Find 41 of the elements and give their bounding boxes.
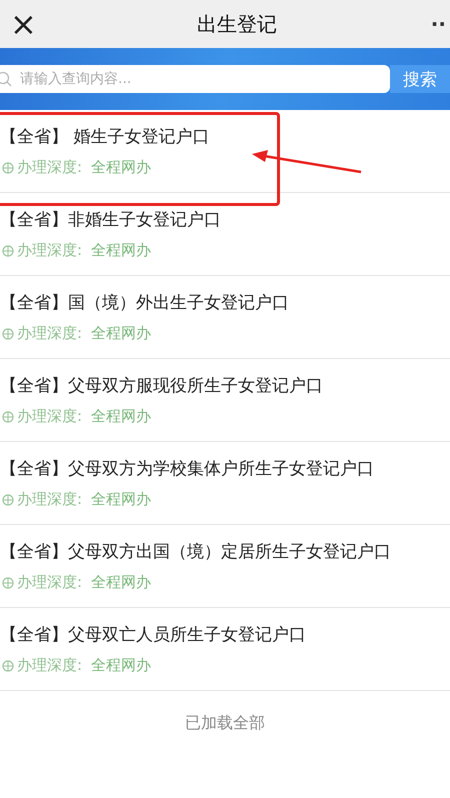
depth-value: 全程网办 bbox=[91, 158, 152, 177]
service-item[interactable]: 【全省】父母双方服现役所生子女登记户口 办理深度: 全程网办 bbox=[0, 359, 450, 442]
globe-icon bbox=[2, 328, 14, 340]
search-icon bbox=[0, 71, 12, 87]
service-title: 【全省】非婚生子女登记户口 bbox=[0, 209, 222, 231]
service-title: 【全省】国（境）外出生子女登记户口 bbox=[0, 292, 290, 314]
service-item[interactable]: 【全省】父母双方为学校集体户所生子女登记户口 办理深度: 全程网办 bbox=[0, 442, 450, 525]
globe-icon bbox=[2, 660, 14, 672]
depth-label: 办理深度: bbox=[17, 490, 82, 509]
globe-icon bbox=[2, 244, 14, 256]
depth-label: 办理深度: bbox=[17, 573, 82, 592]
depth-label: 办理深度: bbox=[17, 324, 82, 343]
service-title: 【全省】父母双方出国（境）定居所生子女登记户口 bbox=[0, 541, 392, 563]
depth-value: 全程网办 bbox=[91, 407, 152, 426]
service-title: 【全省】父母双方为学校集体户所生子女登记户口 bbox=[0, 458, 375, 480]
depth-label: 办理深度: bbox=[17, 241, 82, 260]
close-button[interactable]: × bbox=[0, 8, 47, 40]
search-box[interactable]: 请输入查询内容... bbox=[0, 65, 390, 93]
depth-value: 全程网办 bbox=[91, 573, 152, 592]
depth-label: 办理深度: bbox=[17, 656, 82, 675]
depth-value: 全程网办 bbox=[91, 490, 152, 509]
globe-icon bbox=[2, 410, 14, 422]
depth-label: 办理深度: bbox=[17, 407, 82, 426]
service-item[interactable]: 【全省】父母双亡人员所生子女登记户口 办理深度: 全程网办 bbox=[0, 608, 450, 691]
service-title: 【全省】父母双亡人员所生子女登记户口 bbox=[0, 624, 307, 646]
globe-icon bbox=[2, 576, 14, 588]
depth-label: 办理深度: bbox=[17, 158, 82, 177]
service-title: 【全省】 婚生子女登记户口 bbox=[0, 126, 210, 148]
page-title: 出生登记 bbox=[196, 10, 277, 38]
globe-icon bbox=[2, 494, 14, 506]
depth-value: 全程网办 bbox=[91, 324, 152, 343]
service-item[interactable]: 【全省】非婚生子女登记户口 办理深度: 全程网办 bbox=[0, 193, 450, 276]
globe-icon bbox=[2, 162, 14, 174]
search-field[interactable]: 请输入查询内容... bbox=[18, 70, 390, 88]
depth-value: 全程网办 bbox=[91, 241, 152, 260]
service-item[interactable]: 【全省】国（境）外出生子女登记户口 办理深度: 全程网办 bbox=[0, 276, 450, 359]
depth-value: 全程网办 bbox=[91, 656, 152, 675]
service-item[interactable]: 【全省】父母双方出国（境）定居所生子女登记户口 办理深度: 全程网办 bbox=[0, 525, 450, 608]
service-title: 【全省】父母双方服现役所生子女登记户口 bbox=[0, 375, 324, 397]
load-status: 已加载全部 bbox=[184, 712, 266, 734]
more-button[interactable]: ·· bbox=[426, 12, 450, 36]
